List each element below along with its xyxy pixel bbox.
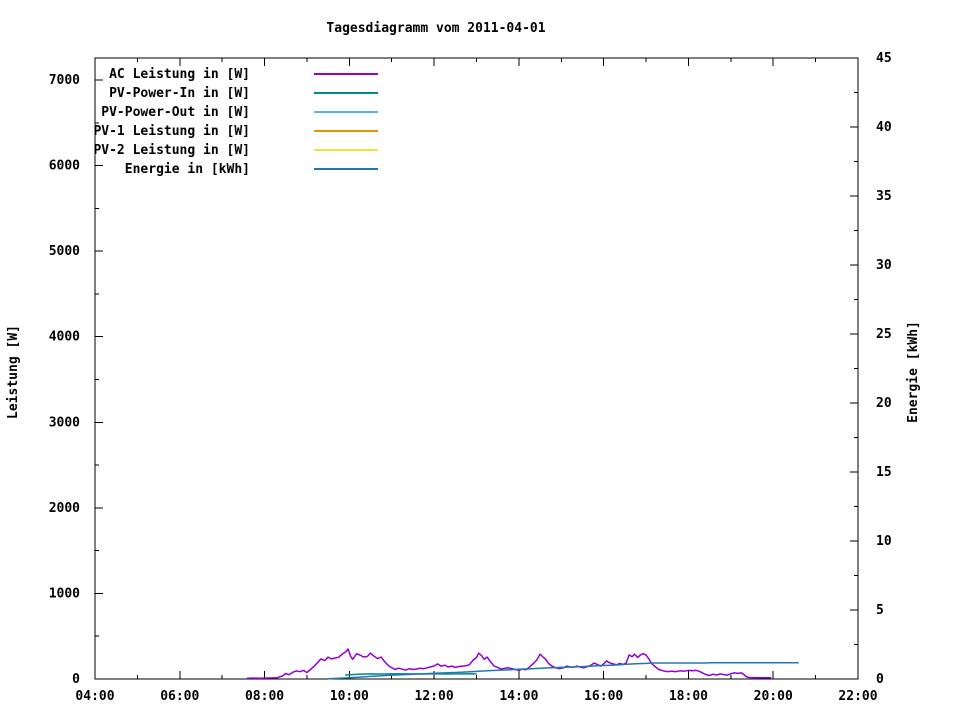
legend-label: PV-1 Leistung in [W] xyxy=(93,124,250,139)
y-right-tick-label: 5 xyxy=(876,603,884,618)
y-right-tick-label: 10 xyxy=(876,534,892,549)
legend-label: PV-2 Leistung in [W] xyxy=(93,143,250,158)
y-left-tick-label: 5000 xyxy=(49,244,80,259)
y-right-tick-label: 30 xyxy=(876,258,892,273)
series-line-6 xyxy=(328,661,799,680)
y-left-tick-label: 4000 xyxy=(49,330,80,345)
x-axis-tick-label: 08:00 xyxy=(245,689,284,704)
y-right-tick-label: 25 xyxy=(876,327,892,342)
x-axis-tick-label: 16:00 xyxy=(584,689,623,704)
x-axis-tick-label: 04:00 xyxy=(75,689,114,704)
y-right-tick-label: 40 xyxy=(876,120,892,135)
x-axis-tick-label: 12:00 xyxy=(415,689,454,704)
x-axis-tick-label: 22:00 xyxy=(838,689,877,704)
y-right-axis-title: Energie [kWh] xyxy=(906,321,921,423)
day-diagram-plot: 04:00 06:00 08:00 10:00 12:00 14:00 16:00 18:00… xyxy=(6,51,921,704)
y-left-tick-label: 2000 xyxy=(49,501,80,516)
legend-label: AC Leistung in [W] xyxy=(109,67,250,82)
x-axis-tick-label: 14:00 xyxy=(499,689,538,704)
y-left-tick-label: 1000 xyxy=(49,586,80,601)
y-right-tick-label: 20 xyxy=(876,396,892,411)
x-axis-tick-label: 06:00 xyxy=(160,689,199,704)
x-axis-tick-label: 10:00 xyxy=(330,689,369,704)
y-left-tick-label: 7000 xyxy=(49,73,80,88)
y-left-axis-title: Leistung [W] xyxy=(6,325,21,419)
x-axis-tick-label: 18:00 xyxy=(669,689,708,704)
gnuplot-chart-canvas: Tagesdiagramm vom 2011-04-01 04:00 06:00 0… xyxy=(0,0,960,720)
y-left-tick-label: 3000 xyxy=(49,415,80,430)
y-left-tick-label: 6000 xyxy=(49,159,80,174)
y-left-tick-label: 0 xyxy=(72,672,80,687)
y-right-tick-label: 45 xyxy=(876,51,892,66)
legend-label: PV-Power-In in [W] xyxy=(109,86,250,101)
y-right-tick-label: 15 xyxy=(876,465,892,480)
x-axis-tick-label: 20:00 xyxy=(754,689,793,704)
y-right-tick-label: 35 xyxy=(876,189,892,204)
y-right-tick-label: 0 xyxy=(876,672,884,687)
legend-label: PV-Power-Out in [W] xyxy=(101,105,250,120)
legend-label: Energie in [kWh] xyxy=(125,162,250,177)
